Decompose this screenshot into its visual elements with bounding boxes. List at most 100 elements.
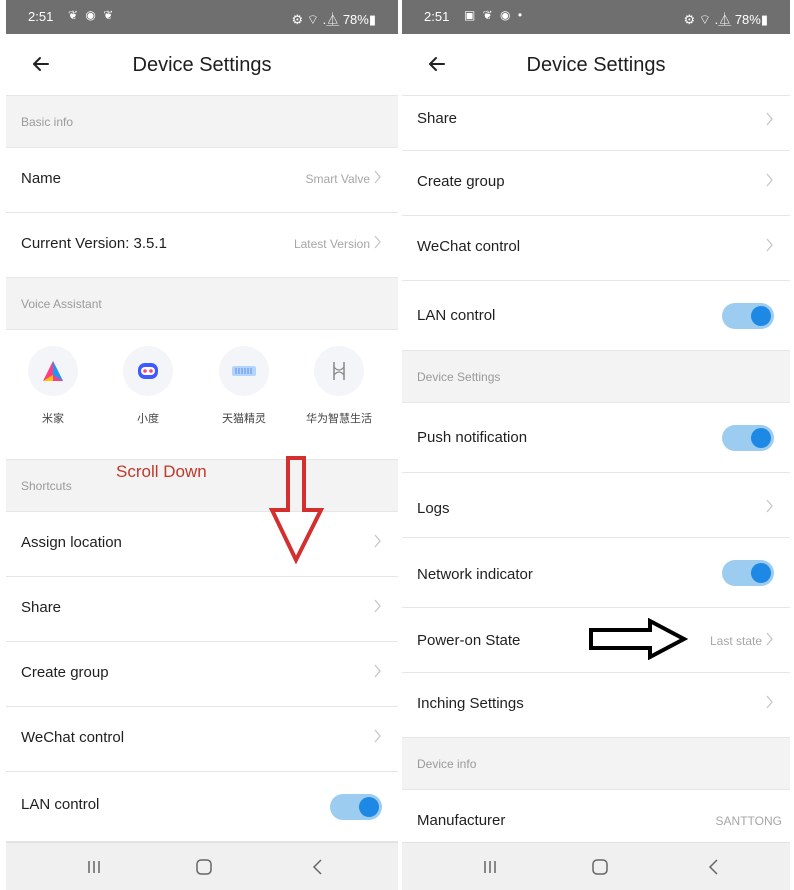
notification-icons: ▣ ❦ ◉ • [464, 8, 525, 22]
mijia-icon [28, 346, 78, 396]
system-status-icons: ⚙ ⌔ .⏅ 78%▮ [291, 12, 377, 27]
status-bar: 2:51 ❦ ◉ ❦ ⚙ ⌔ .⏅ 78%▮ [6, 0, 398, 34]
row-value: Smart Valve [305, 172, 370, 186]
voice-assistant-label: 华为智慧生活 [306, 413, 372, 425]
network-indicator-toggle[interactable] [722, 560, 774, 586]
chevron-right-icon [766, 238, 774, 252]
left-phone-screen: 2:51 ❦ ◉ ❦ ⚙ ⌔ .⏅ 78%▮ Device Settings B… [6, 0, 398, 890]
scroll-down-arrow-icon [268, 456, 325, 565]
huawei-smart-life-icon [314, 346, 364, 396]
recent-apps-icon[interactable] [470, 853, 510, 881]
row-label: Push notification [417, 429, 528, 446]
row-label: Network indicator [417, 566, 533, 583]
row-value: Latest Version [293, 237, 370, 251]
toggle-knob [751, 306, 771, 326]
lan-control-toggle[interactable] [722, 303, 774, 329]
android-nav-bar [402, 842, 790, 890]
chevron-right-icon [374, 664, 382, 678]
row-label: WeChat control [21, 729, 125, 746]
back-nav-icon[interactable] [298, 853, 338, 881]
home-icon[interactable] [184, 853, 224, 881]
chevron-right-icon [374, 729, 382, 743]
row-label: Share [21, 599, 62, 616]
voice-assistant-mijia[interactable]: 米家 [13, 346, 93, 426]
chevron-right-icon [766, 112, 774, 126]
row-lan-control: LAN control [402, 281, 790, 351]
row-assign-location[interactable]: Assign location [6, 512, 398, 577]
row-current-version[interactable]: Current Version: 3.5.1 Latest Version [6, 213, 398, 278]
android-nav-bar [6, 842, 398, 890]
chevron-right-icon [766, 173, 774, 187]
chevron-right-icon [374, 235, 382, 249]
chevron-right-icon [766, 695, 774, 709]
xiaodu-icon [123, 346, 173, 396]
voice-assistant-huawei[interactable]: 华为智慧生活 [299, 346, 379, 426]
row-label: WeChat control [417, 238, 521, 255]
row-label: LAN control [417, 307, 496, 324]
chevron-right-icon [374, 170, 382, 184]
status-time: 2:51 [424, 9, 450, 24]
row-wechat-control[interactable]: WeChat control [402, 216, 790, 281]
section-device-settings: Device Settings [402, 351, 790, 403]
app-bar: Device Settings [402, 34, 790, 96]
scroll-down-annotation: Scroll Down [116, 462, 207, 481]
row-label: Create group [21, 664, 109, 681]
section-voice-assistant: Voice Assistant [6, 278, 398, 330]
toggle-knob [359, 797, 379, 817]
chevron-right-icon [766, 632, 774, 646]
voice-assistant-label: 天猫精灵 [222, 413, 266, 425]
row-push-notification: Push notification [402, 403, 790, 473]
row-share[interactable]: Share [6, 577, 398, 642]
lan-control-toggle[interactable] [330, 794, 382, 820]
settings-list[interactable]: Share Create group WeChat control LAN co… [402, 96, 790, 842]
toggle-knob [751, 428, 771, 448]
row-create-group[interactable]: Create group [6, 642, 398, 707]
tmall-genie-icon [219, 346, 269, 396]
row-label: Manufacturer [417, 812, 506, 829]
voice-assistant-label: 小度 [137, 413, 159, 425]
row-wechat-control[interactable]: WeChat control [6, 707, 398, 772]
row-label: Logs [417, 500, 450, 517]
notification-icons: ❦ ◉ ❦ [68, 8, 116, 22]
status-time: 2:51 [28, 9, 54, 24]
row-network-indicator: Network indicator [402, 538, 790, 608]
row-label: Current Version: 3.5.1 [21, 235, 167, 252]
row-label: Assign location [21, 534, 122, 551]
page-title: Device Settings [526, 54, 666, 76]
section-basic-info: Basic info [6, 96, 398, 148]
row-value: SANTTONG [715, 814, 782, 828]
row-label: Name [21, 170, 62, 187]
row-label: Inching Settings [417, 695, 524, 712]
push-notification-toggle[interactable] [722, 425, 774, 451]
status-bar: 2:51 ▣ ❦ ◉ • ⚙ ⌔ .⏅ 78%▮ [402, 0, 790, 34]
row-label: Create group [417, 173, 505, 190]
page-title: Device Settings [132, 54, 272, 76]
voice-assistant-row: 米家 小度 天猫精灵 华为智慧生活 [6, 330, 398, 460]
voice-assistant-xiaodu[interactable]: 小度 [108, 346, 188, 426]
right-phone-screen: 2:51 ▣ ❦ ◉ • ⚙ ⌔ .⏅ 78%▮ Device Settings… [402, 0, 790, 890]
voice-assistant-tmall[interactable]: 天猫精灵 [204, 346, 284, 426]
voice-assistant-label: 米家 [42, 413, 64, 425]
row-value: Last state [709, 634, 762, 648]
row-manufacturer: Manufacturer SANTTONG [402, 790, 790, 842]
chevron-right-icon [374, 599, 382, 613]
pointer-arrow-icon [589, 618, 688, 660]
row-lan-control: LAN control [6, 772, 398, 842]
row-share[interactable]: Share [402, 96, 790, 151]
row-label: LAN control [21, 796, 100, 813]
row-logs[interactable]: Logs [402, 473, 790, 538]
row-inching-settings[interactable]: Inching Settings [402, 673, 790, 738]
row-label: Share [417, 110, 458, 127]
row-create-group[interactable]: Create group [402, 151, 790, 216]
row-label: Power-on State [417, 632, 521, 649]
back-nav-icon[interactable] [694, 853, 734, 881]
chevron-right-icon [374, 534, 382, 548]
home-icon[interactable] [580, 853, 620, 881]
section-device-info: Device info [402, 738, 790, 790]
chevron-right-icon [766, 499, 774, 513]
toggle-knob [751, 563, 771, 583]
system-status-icons: ⚙ ⌔ .⏅ 78%▮ [683, 12, 769, 27]
recent-apps-icon[interactable] [74, 853, 114, 881]
row-name[interactable]: Name Smart Valve [6, 148, 398, 213]
app-bar: Device Settings [6, 34, 398, 96]
